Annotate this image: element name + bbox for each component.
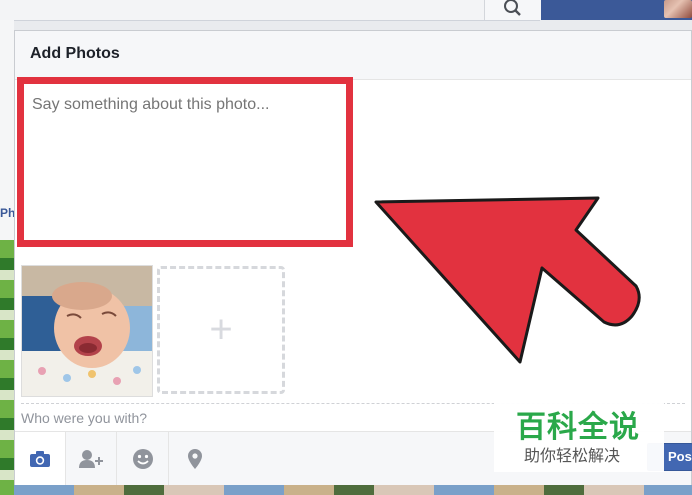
- search-button[interactable]: [484, 0, 541, 20]
- background-image-strip: [0, 240, 14, 495]
- with-friends-field[interactable]: Who were you with?: [21, 410, 147, 426]
- profile-avatar[interactable]: [664, 0, 692, 18]
- dialog-header: Add Photos: [15, 31, 691, 80]
- status-composer-highlight: [17, 77, 353, 247]
- background-photos-row: [14, 485, 692, 495]
- watermark-subtitle: 助你轻松解决: [524, 446, 621, 465]
- status-input[interactable]: [30, 94, 334, 218]
- tag-friends-button[interactable]: [66, 432, 117, 485]
- photo-thumbnail[interactable]: [21, 265, 153, 397]
- dialog-title: Add Photos: [30, 45, 120, 62]
- location-button[interactable]: [170, 432, 220, 485]
- top-navigation-bar: [0, 0, 692, 21]
- watermark-title: 百科全说: [516, 410, 640, 445]
- feeling-button[interactable]: [118, 432, 169, 485]
- red-arrow-annotation: [374, 196, 641, 364]
- baby-photo: [22, 266, 152, 396]
- add-photo-tile[interactable]: +: [157, 266, 285, 394]
- watermark: 百科全说 助你轻松解决: [494, 394, 664, 472]
- add-photo-button[interactable]: [15, 432, 66, 485]
- plus-icon: +: [209, 307, 233, 352]
- search-bar[interactable]: [0, 0, 540, 21]
